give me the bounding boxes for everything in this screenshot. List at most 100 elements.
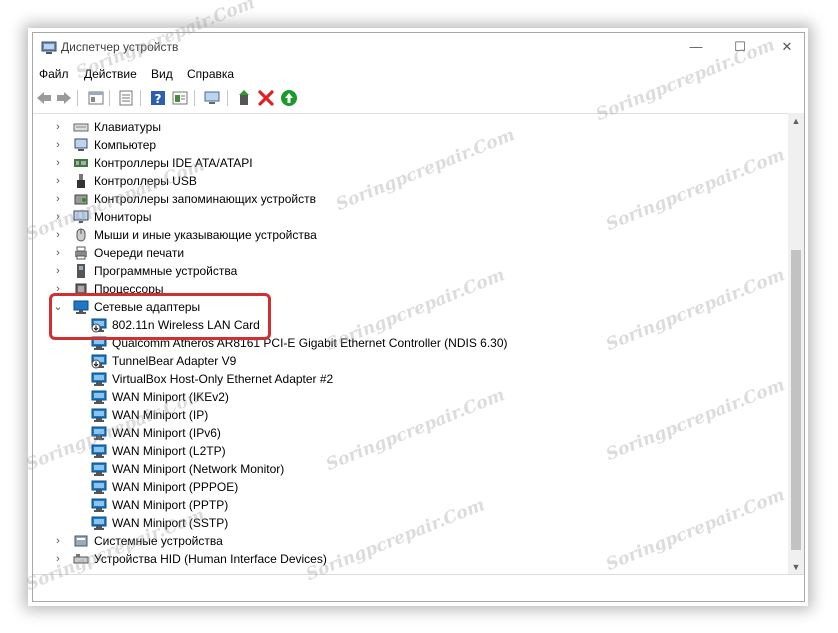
tree-item-label: WAN Miniport (SSTP) bbox=[112, 516, 229, 530]
minimize-button[interactable]: — bbox=[685, 37, 707, 57]
monitor-icon bbox=[73, 210, 89, 223]
network-adapter-icon bbox=[91, 372, 107, 386]
menu-bar: Файл Действие Вид Справка bbox=[33, 65, 804, 85]
status-bar bbox=[33, 574, 804, 601]
tree-category[interactable]: › Мониторы bbox=[33, 208, 791, 226]
ide-controller-icon bbox=[74, 159, 88, 167]
tree-item-label: Программные устройства bbox=[94, 264, 238, 278]
enable-device-icon[interactable] bbox=[280, 89, 298, 107]
keyboard-icon bbox=[73, 123, 89, 132]
network-adapter-icon bbox=[91, 408, 107, 422]
tree-item-label: WAN Miniport (Network Monitor) bbox=[112, 462, 285, 476]
vertical-scrollbar[interactable]: ▲ ▼ bbox=[788, 113, 804, 575]
expand-chevron-icon[interactable]: › bbox=[53, 226, 63, 244]
tree-item-label: Системные устройства bbox=[94, 534, 223, 548]
tree-device-item[interactable]: WAN Miniport (L2TP) bbox=[33, 442, 791, 460]
maximize-button[interactable]: ☐ bbox=[729, 37, 751, 57]
tree-device-item[interactable]: WAN Miniport (IP) bbox=[33, 406, 791, 424]
back-icon[interactable] bbox=[35, 89, 53, 107]
expand-chevron-icon[interactable]: › bbox=[53, 190, 63, 208]
tree-device-item[interactable]: WAN Miniport (SSTP) bbox=[33, 514, 791, 532]
disabled-network-adapter-icon bbox=[91, 354, 107, 369]
printer-icon bbox=[75, 246, 87, 260]
scroll-up-arrow[interactable]: ▲ bbox=[788, 113, 804, 129]
menu-action[interactable]: Действие bbox=[84, 67, 137, 81]
expand-chevron-icon[interactable]: › bbox=[53, 136, 63, 154]
tree-device-item[interactable]: WAN Miniport (PPPOE) bbox=[33, 478, 791, 496]
tree-category[interactable]: › Очереди печати bbox=[33, 244, 791, 262]
tree-category[interactable]: › Контроллеры запоминающих устройств bbox=[33, 190, 791, 208]
tree-item-label: WAN Miniport (L2TP) bbox=[112, 444, 226, 458]
tree-category[interactable]: › Устройства HID (Human Interface Devices… bbox=[33, 550, 791, 568]
forward-icon[interactable] bbox=[55, 89, 73, 107]
help-icon[interactable]: ? bbox=[149, 89, 167, 107]
expand-chevron-icon[interactable]: › bbox=[53, 118, 63, 136]
tree-item-label: WAN Miniport (PPTP) bbox=[112, 498, 229, 512]
scroll-down-arrow[interactable]: ▼ bbox=[788, 559, 804, 575]
tree-category[interactable]: › Контроллеры IDE ATA/ATAPI bbox=[33, 154, 791, 172]
expand-chevron-icon[interactable]: › bbox=[53, 172, 63, 190]
list-icon[interactable] bbox=[117, 89, 135, 107]
svg-text:?: ? bbox=[155, 92, 162, 106]
toolbar-separator bbox=[77, 90, 78, 106]
menu-view[interactable]: Вид bbox=[151, 67, 173, 81]
computer-icon bbox=[74, 138, 88, 151]
highlight-annotation bbox=[49, 293, 271, 340]
close-button[interactable]: ✕ bbox=[776, 37, 798, 57]
tree-category[interactable]: › Системные устройства bbox=[33, 532, 791, 550]
tree-device-item[interactable]: WAN Miniport (IKEv2) bbox=[33, 388, 791, 406]
tree-item-label: VirtualBox Host-Only Ethernet Adapter #2 bbox=[112, 372, 334, 386]
software-device-icon bbox=[77, 264, 85, 278]
tree-device-item[interactable]: WAN Miniport (IPv6) bbox=[33, 424, 791, 442]
tree-item-label: WAN Miniport (IPv6) bbox=[112, 426, 221, 440]
network-adapter-icon bbox=[91, 462, 107, 476]
toolbar-separator bbox=[227, 90, 228, 106]
tree-category[interactable]: › Компьютер bbox=[33, 136, 791, 154]
usb-icon bbox=[77, 174, 85, 188]
hid-icon bbox=[73, 554, 89, 564]
tree-category[interactable]: › Клавиатуры bbox=[33, 118, 791, 136]
menu-help[interactable]: Справка bbox=[187, 67, 234, 81]
toolbar: ? bbox=[33, 86, 804, 110]
toolbar-separator bbox=[140, 90, 141, 106]
tree-device-item[interactable]: WAN Miniport (Network Monitor) bbox=[33, 460, 791, 478]
tree-device-item[interactable]: WAN Miniport (PPTP) bbox=[33, 496, 791, 514]
properties-icon[interactable] bbox=[87, 89, 105, 107]
tree-category[interactable]: › Программные устройства bbox=[33, 262, 791, 280]
network-adapter-icon bbox=[91, 390, 107, 404]
expand-chevron-icon[interactable]: › bbox=[53, 154, 63, 172]
tree-item-label: Контроллеры IDE ATA/ATAPI bbox=[94, 156, 253, 170]
expand-chevron-icon[interactable]: › bbox=[53, 208, 63, 226]
tree-item-label: WAN Miniport (IKEv2) bbox=[112, 390, 229, 404]
tree-item-label: Компьютер bbox=[94, 138, 157, 152]
expand-chevron-icon[interactable]: › bbox=[53, 244, 63, 262]
tree-item-label: Клавиатуры bbox=[94, 120, 161, 134]
monitor-icon[interactable] bbox=[203, 89, 221, 107]
tree-item-label: Устройства HID (Human Interface Devices) bbox=[94, 552, 327, 566]
network-adapter-icon bbox=[91, 480, 107, 494]
view-icon[interactable] bbox=[171, 89, 189, 107]
expand-chevron-icon[interactable]: › bbox=[53, 532, 63, 550]
tree-item-label: WAN Miniport (IP) bbox=[112, 408, 209, 422]
expand-chevron-icon[interactable]: › bbox=[53, 262, 63, 280]
tree-category[interactable]: › Контроллеры USB bbox=[33, 172, 791, 190]
device-manager-app-icon bbox=[41, 41, 57, 54]
menu-file[interactable]: Файл bbox=[39, 67, 69, 81]
network-adapter-icon bbox=[91, 444, 107, 458]
tree-item-label: Очереди печати bbox=[94, 246, 185, 260]
tree-device-item[interactable]: TunnelBear Adapter V9 bbox=[33, 352, 791, 370]
system-device-icon bbox=[74, 535, 88, 547]
scrollbar-thumb[interactable] bbox=[791, 250, 801, 550]
network-adapter-icon bbox=[91, 498, 107, 512]
tree-device-item[interactable]: VirtualBox Host-Only Ethernet Adapter #2 bbox=[33, 370, 791, 388]
expand-chevron-icon[interactable]: › bbox=[53, 550, 63, 568]
mouse-icon bbox=[76, 228, 86, 242]
network-adapter-icon bbox=[91, 426, 107, 440]
tree-category[interactable]: › Мыши и иные указывающие устройства bbox=[33, 226, 791, 244]
tree-item-label: Контроллеры запоминающих устройств bbox=[94, 192, 316, 206]
update-driver-icon[interactable] bbox=[235, 89, 253, 107]
tree-item-label: Мониторы bbox=[94, 210, 152, 224]
remove-device-icon[interactable] bbox=[257, 89, 275, 107]
network-adapter-icon bbox=[91, 516, 107, 530]
title-bar: Диспетчер устройств — ☐ ✕ bbox=[33, 33, 804, 63]
